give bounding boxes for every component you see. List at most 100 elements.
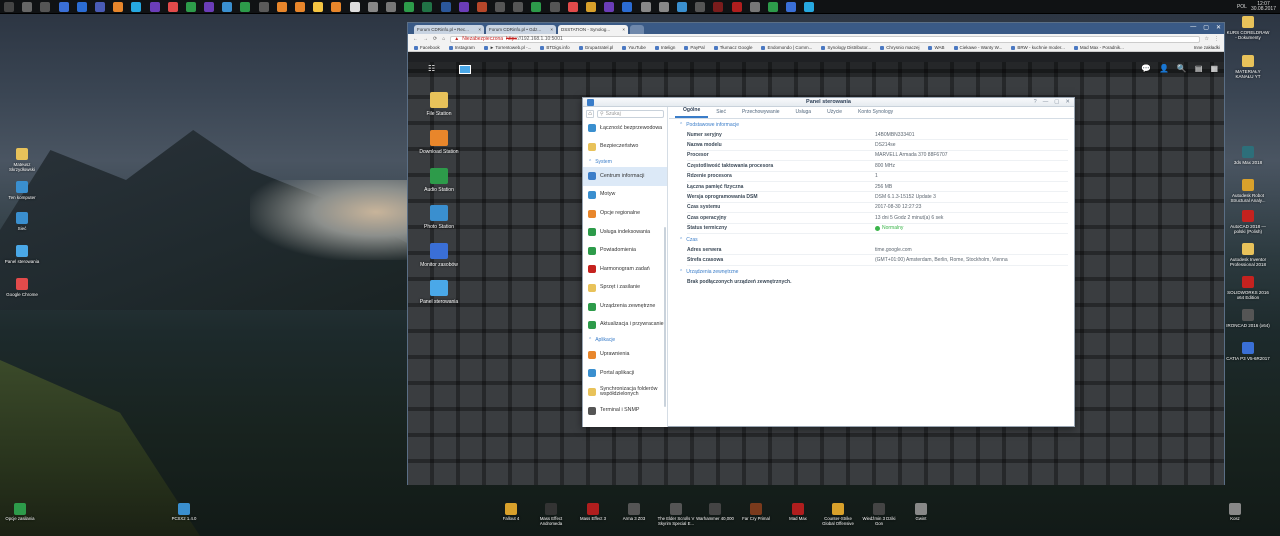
- desktop-shortcut[interactable]: MATERIAŁY KANAŁU YT: [1226, 55, 1270, 79]
- desktop-shortcut[interactable]: AutoCAD 2018 — polski (Polish): [1226, 210, 1270, 234]
- bookmark-item[interactable]: PayPal: [684, 45, 705, 50]
- tab-item[interactable]: Sieć: [708, 109, 734, 118]
- sidebar-item[interactable]: Centrum informacji: [583, 167, 667, 186]
- taskbar-app-icon[interactable]: [276, 1, 287, 12]
- help-icon[interactable]: ?: [1034, 98, 1037, 107]
- desktop-shortcut[interactable]: Wiedźmin 3 Dziki Gon: [859, 503, 899, 526]
- dsm-app-shortcut[interactable]: Monitor zasobów: [414, 243, 464, 268]
- taskbar-app-icon[interactable]: [185, 1, 196, 12]
- taskbar-app-icon[interactable]: [695, 1, 706, 12]
- bookmark-item[interactable]: WAB: [928, 45, 945, 50]
- desktop-shortcut[interactable]: The Elder Scrolls V Skyrim Special E...: [656, 503, 696, 526]
- control-panel-titlebar[interactable]: Panel sterowania ? — ▢ ✕: [583, 98, 1074, 107]
- browser-tab[interactable]: Forum CDRinfo.pl • Rec... ×: [414, 25, 484, 34]
- sidebar-item[interactable]: Usługa indeksowania: [583, 223, 667, 242]
- minimize-icon[interactable]: —: [1190, 24, 1196, 31]
- taskbar-app-icon[interactable]: [440, 1, 451, 12]
- new-tab-button[interactable]: [630, 25, 644, 34]
- desktop-shortcut[interactable]: Fallout 4: [491, 503, 531, 522]
- language-indicator[interactable]: POL: [1237, 4, 1247, 10]
- taskbar-app-icon[interactable]: [749, 1, 760, 12]
- taskbar-app-icon[interactable]: [204, 1, 215, 12]
- notifications-icon[interactable]: 💬: [1141, 64, 1151, 73]
- sidebar-item[interactable]: Łączność bezprzewodowa: [583, 119, 667, 138]
- taskbar-app-icon[interactable]: [331, 1, 342, 12]
- desktop-shortcut[interactable]: Gwint: [901, 503, 941, 522]
- bookmark-item[interactable]: Chrysnio maczej: [880, 45, 919, 50]
- sidebar-item[interactable]: Motyw: [583, 186, 667, 205]
- dsm-app-shortcut[interactable]: File Station: [414, 92, 464, 117]
- taskbar-app-icon[interactable]: [640, 1, 651, 12]
- section-header[interactable]: ⌃ Urządzenia zewnętrzne: [669, 267, 1074, 277]
- maximize-icon[interactable]: ▢: [1054, 98, 1059, 107]
- bookmark-item[interactable]: YouTube: [622, 45, 646, 50]
- desktop-shortcut[interactable]: SOLIDWORKS 2016 x64 Edition: [1226, 276, 1270, 300]
- desktop-shortcut[interactable]: Counter-Strike Global Offensive: [818, 503, 858, 526]
- bookmark-item[interactable]: Synology Distributor...: [821, 45, 871, 50]
- taskbar-app-icon[interactable]: [713, 1, 724, 12]
- desktop-shortcut[interactable]: Mass Effect Andromeda: [531, 503, 571, 526]
- bookmark-item[interactable]: Ciekawe - Wanty W...: [953, 45, 1002, 50]
- bookmark-item[interactable]: BTDigs.info: [540, 45, 570, 50]
- sidebar-item[interactable]: Bezpieczeństwo: [583, 138, 667, 157]
- desktop-shortcut[interactable]: CATIA P3 V5-6R2017: [1226, 342, 1270, 361]
- taskbar-app-icon[interactable]: [731, 1, 742, 12]
- close-tab-icon[interactable]: ×: [550, 27, 553, 32]
- close-tab-icon[interactable]: ×: [478, 27, 481, 32]
- taskbar-app-icon[interactable]: [385, 1, 396, 12]
- home-icon[interactable]: ⌂: [586, 110, 594, 118]
- desktop-shortcut[interactable]: Opcje zasilania: [0, 503, 40, 522]
- sidebar-item[interactable]: Uprawnienia: [583, 346, 667, 365]
- taskbar-app-icon[interactable]: [349, 1, 360, 12]
- taskbar-app-icon[interactable]: [767, 1, 778, 12]
- taskbar-app-icon[interactable]: [804, 1, 815, 12]
- taskbar-app-icon[interactable]: [622, 1, 633, 12]
- taskbar-app-icon[interactable]: [313, 1, 324, 12]
- bookmark-item[interactable]: Instagram: [448, 45, 475, 50]
- taskbar-app-icon[interactable]: [458, 1, 469, 12]
- sidebar-item[interactable]: Aktualizacja i przywracanie: [583, 316, 667, 335]
- desktop-shortcut[interactable]: Kosz: [1215, 503, 1255, 522]
- bookmark-item[interactable]: Intelign: [654, 45, 675, 50]
- close-icon[interactable]: ✕: [1216, 24, 1221, 31]
- desktop-icon[interactable]: ▦: [1210, 64, 1218, 73]
- tab-item[interactable]: Przechowywanie: [734, 109, 788, 118]
- main-menu-icon[interactable]: ☷: [428, 65, 436, 73]
- desktop-shortcut[interactable]: PCSX2 1.4.0: [164, 503, 204, 522]
- bookmark-item[interactable]: Endomondo | Comm...: [761, 45, 812, 50]
- taskbar-app-icon[interactable]: [786, 1, 797, 12]
- desktop-shortcut[interactable]: IRONCAD 2016 (x64): [1226, 309, 1270, 328]
- sidebar-scrollbar[interactable]: [664, 227, 666, 407]
- dsm-app-shortcut[interactable]: Photo Station: [414, 205, 464, 230]
- star-icon[interactable]: ☆: [1205, 36, 1209, 42]
- taskbar-app-icon[interactable]: [58, 1, 69, 12]
- sidebar-item[interactable]: Urządzenia zewnętrzne: [583, 297, 667, 316]
- search-icon[interactable]: 🔍: [1177, 64, 1187, 73]
- desktop-shortcut[interactable]: Autodesk Robot Structural Analy...: [1226, 179, 1270, 203]
- forward-icon[interactable]: →: [423, 36, 428, 42]
- back-icon[interactable]: ←: [413, 36, 418, 42]
- bookmark-item[interactable]: Facebook: [414, 45, 440, 50]
- taskbar-app-icon[interactable]: [531, 1, 542, 12]
- desktop-shortcut[interactable]: Far Cry Primal: [736, 503, 776, 522]
- desktop-shortcut[interactable]: Ten komputer: [0, 181, 44, 200]
- taskbar-app-icon[interactable]: [586, 1, 596, 12]
- taskbar-app-icon[interactable]: [567, 1, 578, 12]
- sidebar-item[interactable]: Harmonogram zadań: [583, 260, 667, 279]
- desktop-shortcut[interactable]: Mad Max: [778, 503, 818, 522]
- other-bookmarks[interactable]: Inne zakładki: [1194, 45, 1224, 50]
- tab-item[interactable]: Użycie: [819, 109, 850, 118]
- reload-icon[interactable]: ⟳: [433, 36, 437, 42]
- taskbar-app-icon[interactable]: [4, 1, 14, 12]
- bookmark-item[interactable]: Tłumacz Google: [713, 45, 752, 50]
- desktop-shortcut[interactable]: Mateusz Skrzydłowski: [0, 148, 44, 172]
- desktop-shortcut[interactable]: Panel sterowania: [0, 245, 44, 264]
- taskbar-app-icon[interactable]: [295, 1, 305, 12]
- taskbar-app-icon[interactable]: [258, 1, 269, 12]
- taskbar-app-icon[interactable]: [404, 1, 415, 12]
- taskbar-app-icon[interactable]: [222, 1, 233, 12]
- sidebar-item[interactable]: Opcje regionalne: [583, 204, 667, 223]
- section-header[interactable]: ⌃ Podstawowe informacje: [669, 120, 1074, 130]
- bookmark-item[interactable]: Mad Max - Poradnik...: [1073, 45, 1124, 50]
- taskbar-app-icon[interactable]: [476, 1, 487, 12]
